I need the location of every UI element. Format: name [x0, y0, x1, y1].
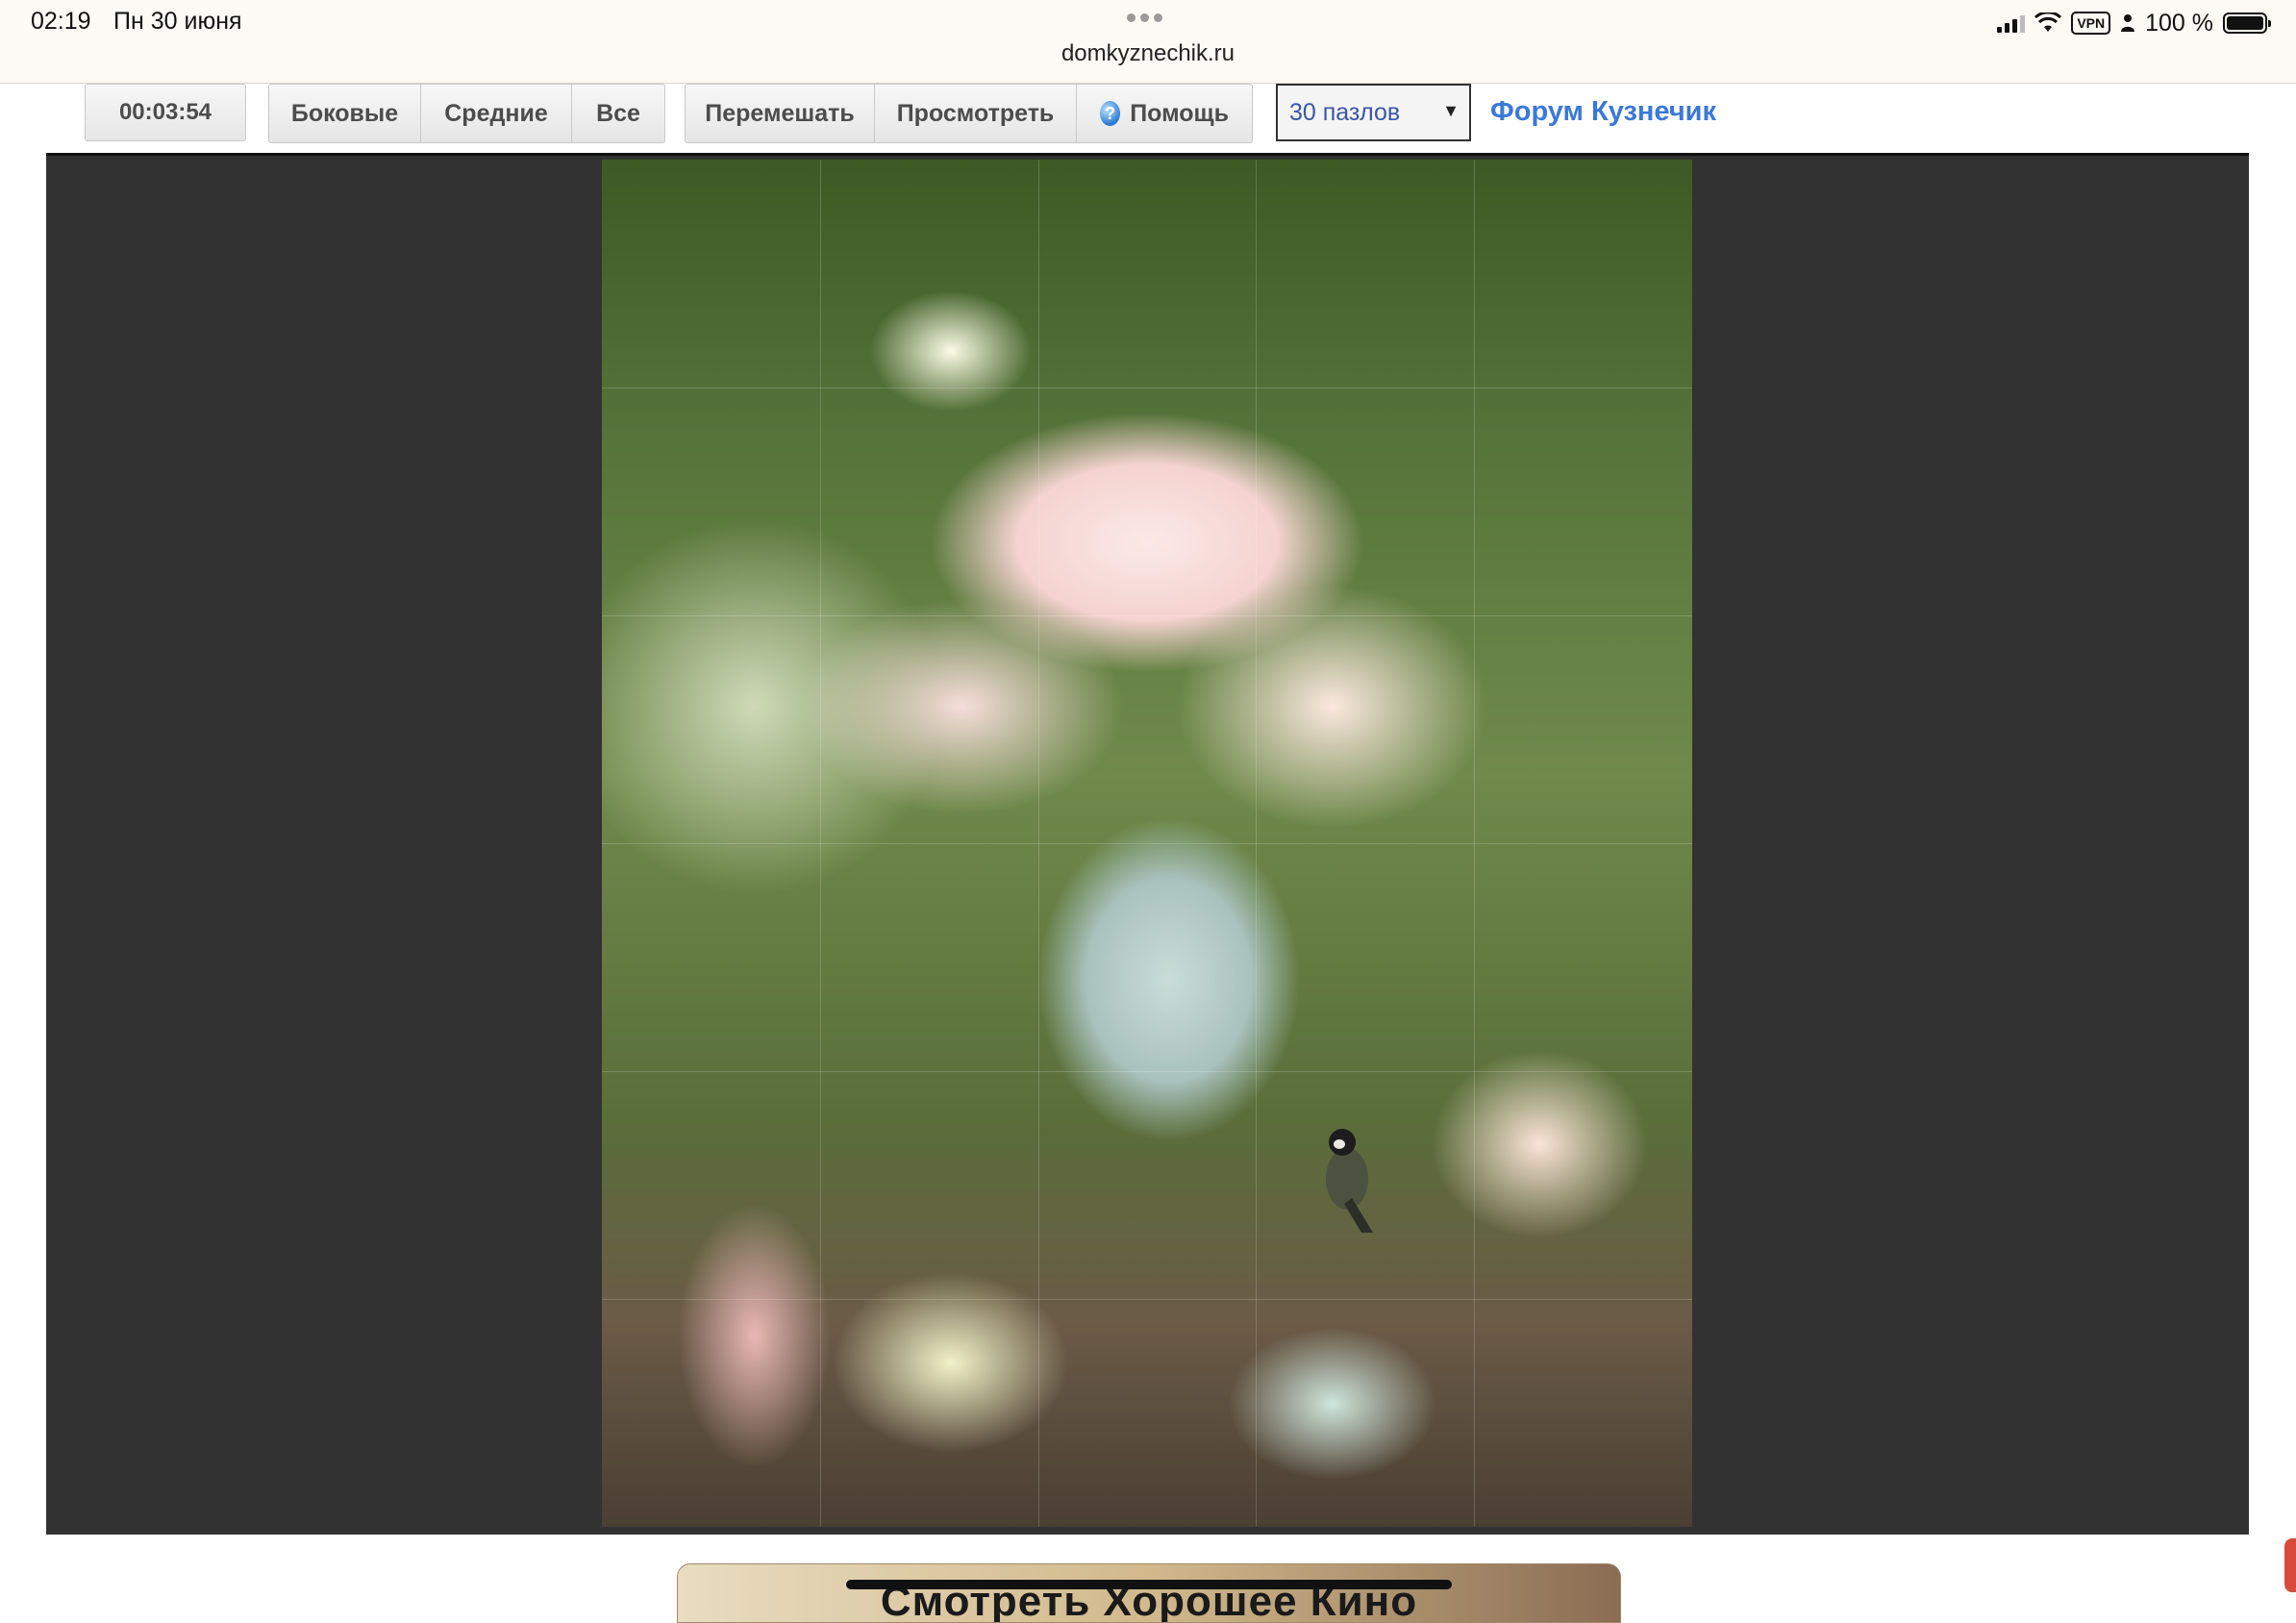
filter-all-button[interactable]: Все	[572, 85, 664, 142]
puzzle-seam-horizontal	[602, 387, 1692, 388]
filter-side-button[interactable]: Боковые	[269, 85, 421, 142]
person-icon	[2121, 14, 2135, 32]
puzzle-seam-horizontal	[602, 1071, 1692, 1072]
filter-middle-button[interactable]: Средние	[421, 85, 572, 142]
preview-button[interactable]: Просмотреть	[875, 85, 1077, 142]
puzzle-count-select[interactable]: 30 пазлов ▼	[1276, 84, 1471, 141]
puzzle-seam-horizontal	[602, 615, 1692, 616]
help-button-label: Помощь	[1130, 99, 1229, 127]
bird-picture	[1326, 1129, 1373, 1233]
edge-side-tab[interactable]	[2284, 1538, 2296, 1592]
battery-icon	[2223, 12, 2271, 34]
status-indicators: VPN 100 %	[1997, 8, 2271, 38]
action-button-group: Перемешать Просмотреть ? Помощь	[685, 84, 1253, 143]
multitask-dots-icon[interactable]	[1127, 10, 1169, 22]
dropdown-arrow-icon: ▼	[1442, 101, 1460, 120]
battery-percent: 100 %	[2145, 9, 2213, 37]
puzzle-image[interactable]	[602, 160, 1692, 1527]
puzzle-count-value: 30 пазлов	[1289, 99, 1401, 126]
help-button[interactable]: ? Помощь	[1077, 85, 1252, 142]
vpn-badge: VPN	[2071, 12, 2111, 35]
wifi-icon	[2034, 12, 2062, 32]
shuffle-button[interactable]: Перемешать	[686, 85, 875, 142]
puzzle-timer: 00:03:54	[85, 84, 246, 141]
browser-status-bar: 02:19 Пн 30 июня domkyznechik.ru VPN 100…	[0, 0, 2296, 84]
home-indicator[interactable]	[846, 1580, 1452, 1589]
status-date: Пн 30 июня	[113, 8, 242, 35]
puzzle-seam-horizontal	[602, 1299, 1692, 1300]
puzzle-toolbar: 00:03:54 Боковые Средние Все Перемешать …	[0, 83, 2296, 154]
cellular-signal-icon	[1997, 13, 2026, 33]
help-icon: ?	[1100, 101, 1121, 126]
puzzle-seam-horizontal	[602, 843, 1692, 844]
status-time: 02:19	[31, 8, 91, 35]
filter-button-group: Боковые Средние Все	[268, 84, 665, 143]
movie-banner[interactable]: Смотреть Хорошее Кино	[677, 1563, 1621, 1623]
address-bar-url[interactable]: domkyznechik.ru	[0, 40, 2296, 67]
forum-link[interactable]: Форум Кузнечик	[1490, 96, 1716, 128]
